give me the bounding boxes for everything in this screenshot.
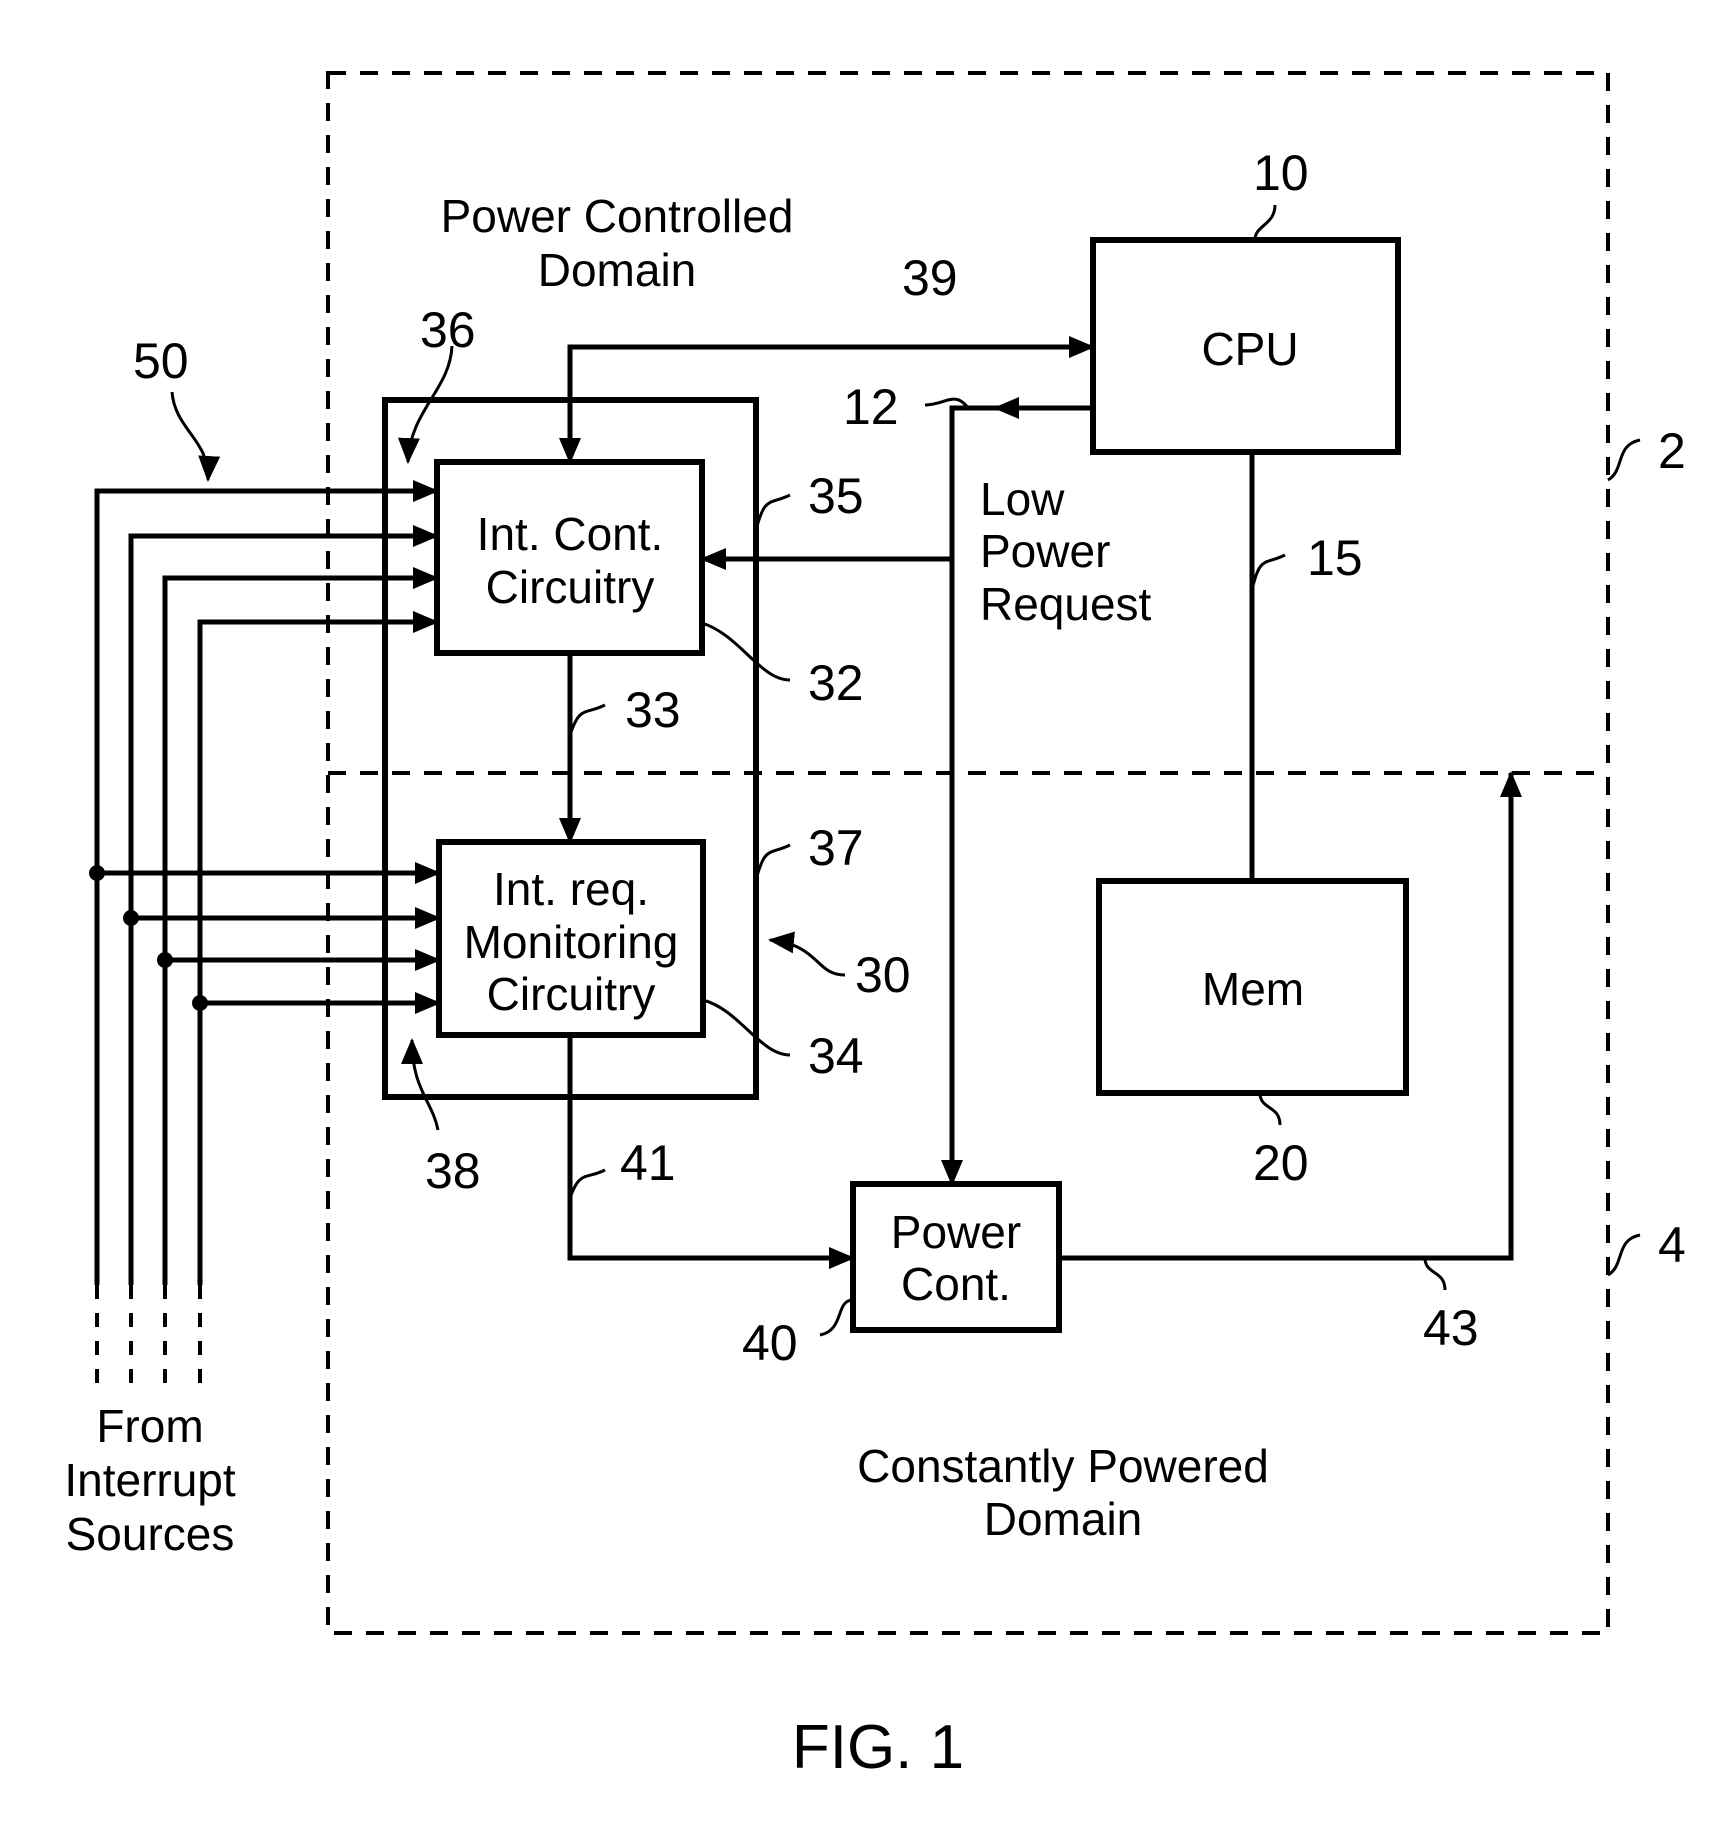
int-req-label-1: Int. req. [493,863,649,915]
ref-4: 4 [1658,1217,1686,1273]
ref-20: 20 [1253,1135,1309,1191]
interrupt-sources-label-3: Sources [66,1508,235,1560]
ref-43: 43 [1423,1300,1479,1356]
ref-34: 34 [808,1028,864,1084]
ref-37: 37 [808,820,864,876]
pointer-30 [768,931,846,977]
ref-36: 36 [420,302,476,358]
line-39 [567,336,1095,462]
figure-caption: FIG. 1 [792,1713,964,1782]
pointer-38 [401,1038,440,1131]
int-cont-label-2: Circuitry [486,561,655,613]
constantly-powered-domain-label-1: Constantly Powered [857,1440,1269,1492]
power-cont-label-1: Power [891,1206,1021,1258]
patent-diagram: CPU Mem Int. Cont. Circuitry Int. req. M… [64,71,1686,1782]
ref-39: 39 [902,250,958,306]
ref-12: 12 [843,379,899,435]
ref-35: 35 [808,468,864,524]
int-req-label-3: Circuitry [487,968,656,1020]
pointer-50 [170,391,221,482]
low-power-request-label-3: Request [980,578,1152,630]
int-req-label-2: Monitoring [464,916,679,968]
ref-41: 41 [620,1135,676,1191]
ref-32: 32 [808,655,864,711]
power-controlled-domain-label-2: Domain [538,244,697,296]
low-power-request-label-2: Power [980,525,1110,577]
power-controlled-domain-label-1: Power Controlled [441,190,794,242]
interrupt-sources-label-2: Interrupt [64,1454,236,1506]
ref-15: 15 [1307,530,1363,586]
ref-10: 10 [1253,145,1309,201]
ref-40: 40 [742,1315,798,1371]
int-cont-label-1: Int. Cont. [477,508,664,560]
pointer-36 [397,345,454,464]
mem-label: Mem [1202,963,1304,1015]
ref-2: 2 [1658,423,1686,479]
power-cont-label-2: Cont. [901,1258,1011,1310]
low-power-request-label-1: Low [980,473,1065,525]
cpu-label: CPU [1201,323,1298,375]
constantly-powered-domain-label-2: Domain [984,1493,1143,1545]
ref-33: 33 [625,682,681,738]
interrupt-sources-label-1: From [96,1400,203,1452]
ref-50: 50 [133,333,189,389]
ref-38: 38 [425,1143,481,1199]
ref-30: 30 [855,947,911,1003]
